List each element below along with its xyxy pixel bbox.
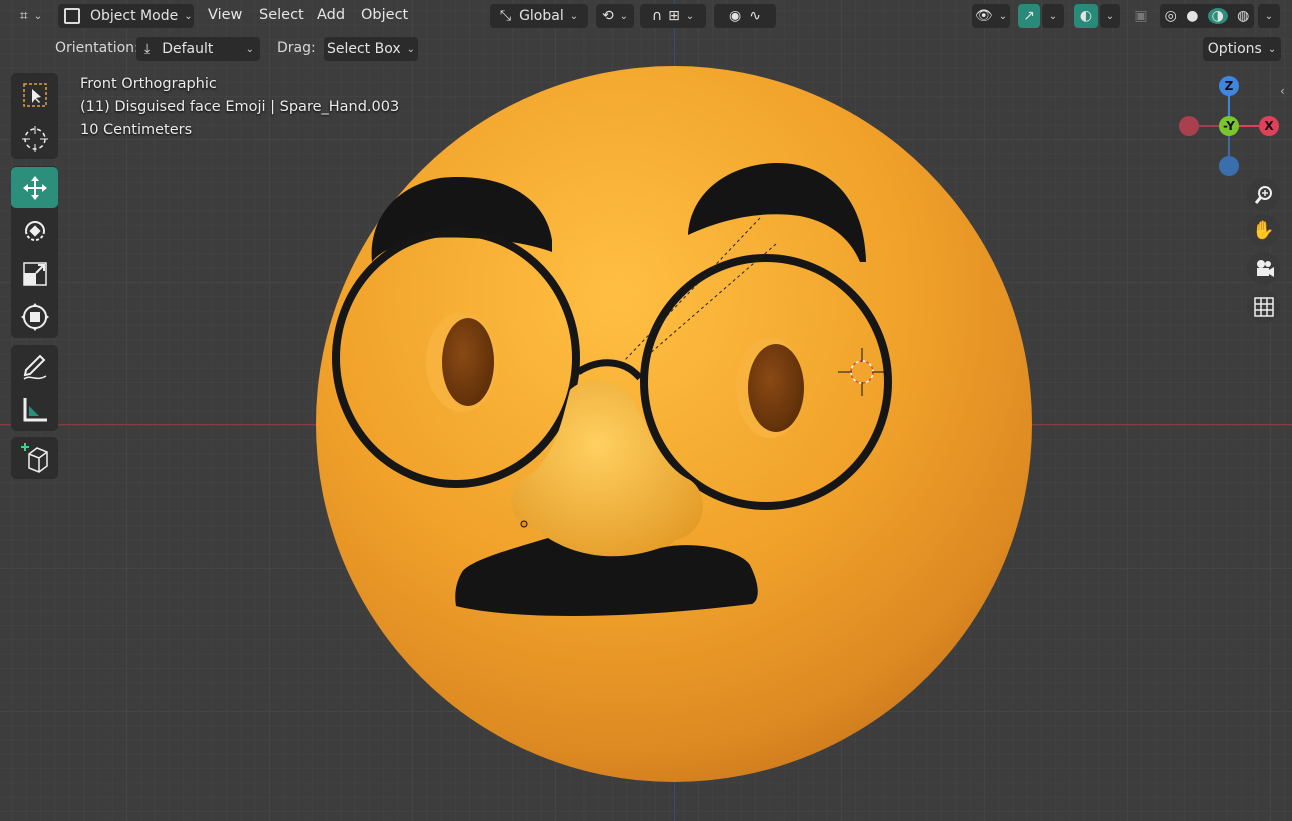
pivot-icon: ⟲ xyxy=(601,8,614,24)
transform-tool[interactable] xyxy=(11,296,58,337)
move-icon xyxy=(22,175,47,200)
xray-icon: ▣ xyxy=(1134,8,1148,24)
proportional-edit-dropdown[interactable]: ◉ ∿ xyxy=(714,4,776,28)
pan-button[interactable]: ✋ xyxy=(1247,214,1280,247)
gizmo-x-axis[interactable]: X xyxy=(1259,116,1279,136)
scale-tool[interactable] xyxy=(11,253,58,294)
left-eye xyxy=(442,318,494,406)
menu-object[interactable]: Object xyxy=(361,7,408,23)
right-eye xyxy=(748,344,804,432)
gizmo-icon: ↗ xyxy=(1023,8,1035,24)
transform-icon xyxy=(20,302,49,331)
gizmo-toggle[interactable]: ↗ xyxy=(1018,4,1040,28)
select-box-tool[interactable] xyxy=(11,74,58,115)
editor-type-button[interactable]: ⌗ ⌄ xyxy=(12,4,50,28)
menu-view[interactable]: View xyxy=(208,7,242,23)
zoom-button[interactable] xyxy=(1247,178,1280,211)
overlay-icon: ◐ xyxy=(1079,8,1093,24)
overlay-dropdown[interactable]: ⌄ xyxy=(1100,4,1120,28)
orientation-label: Orientation: xyxy=(55,40,139,56)
orientation-icon: ⤡ xyxy=(499,8,512,24)
scale-icon xyxy=(22,261,47,286)
cursor-icon xyxy=(21,125,48,152)
object-mode-icon xyxy=(64,8,80,24)
pivot-point-dropdown[interactable]: ⟲ ⌄ xyxy=(596,4,634,28)
shading-dropdown[interactable]: ⌄ xyxy=(1258,4,1280,28)
measure-icon xyxy=(23,397,47,421)
xray-toggle[interactable]: ▣ xyxy=(1130,4,1152,28)
annotate-icon xyxy=(23,354,46,380)
snap-dropdown[interactable]: ∩ ⊞ ⌄ xyxy=(640,4,706,28)
mode-label: Object Mode xyxy=(90,8,179,24)
viewport-header: ⌗ ⌄ Object Mode ⌄ View Select Add Object ⤡… xyxy=(0,0,1292,32)
view-name: Front Orthographic xyxy=(80,76,217,92)
add-cube-tool[interactable] xyxy=(11,437,58,478)
transform-orientation-dropdown[interactable]: ⤡ Global ⌄ xyxy=(490,4,588,28)
camera-view-button[interactable] xyxy=(1247,252,1280,285)
solid-shading-icon[interactable]: ● xyxy=(1186,8,1198,24)
snap-magnet-icon: ∩ xyxy=(651,8,663,24)
orientation-dropdown[interactable]: ⤓ Default ⌄ xyxy=(136,37,260,61)
editor-type-icon: ⌗ xyxy=(19,8,28,24)
options-dropdown[interactable]: Options ⌄ xyxy=(1203,37,1281,61)
menu-add[interactable]: Add xyxy=(317,7,345,23)
gizmo-dropdown[interactable]: ⌄ xyxy=(1042,4,1064,28)
face-sphere xyxy=(316,66,1032,782)
tool-settings-bar: Orientation: ⤓ Default ⌄ Drag: Select Bo… xyxy=(0,32,1292,66)
gizmo-z-axis[interactable]: Z xyxy=(1219,76,1239,96)
scale-info: 10 Centimeters xyxy=(80,122,193,138)
add-cube-icon xyxy=(20,442,48,473)
zoom-icon xyxy=(1254,185,1272,204)
measure-tool[interactable] xyxy=(11,389,58,430)
object-origin xyxy=(520,520,528,528)
rendered-shading-icon[interactable]: ◍ xyxy=(1237,8,1249,24)
grid-icon xyxy=(1253,296,1274,317)
select-box-icon xyxy=(22,82,47,107)
wireframe-shading-icon[interactable]: ◎ xyxy=(1165,8,1177,24)
orientation-value: Default xyxy=(162,41,214,57)
move-tool[interactable] xyxy=(11,167,58,208)
orientation-axes-icon: ⤓ xyxy=(144,41,151,57)
drag-value: Select Box xyxy=(326,41,401,57)
drag-dropdown[interactable]: Select Box ⌄ xyxy=(324,37,418,61)
navigation-gizmo[interactable]: Z X -Y xyxy=(1170,70,1285,180)
gizmo-neg-x-axis[interactable] xyxy=(1179,116,1199,136)
cursor-tool[interactable] xyxy=(11,118,58,159)
menu-select[interactable]: Select xyxy=(259,7,304,23)
hand-icon: ✋ xyxy=(1252,220,1275,241)
rotate-icon xyxy=(24,220,45,241)
visibility-icon: 👁 xyxy=(974,8,993,24)
shading-selector[interactable]: ◎ ● ◑ ◍ xyxy=(1160,4,1254,28)
options-label: Options xyxy=(1207,41,1262,57)
annotate-tool[interactable] xyxy=(11,346,58,387)
material-shading-icon[interactable]: ◑ xyxy=(1207,8,1228,24)
3d-viewport[interactable] xyxy=(0,0,1292,821)
ortho-toggle-button[interactable] xyxy=(1247,290,1280,323)
falloff-icon: ∿ xyxy=(749,8,761,24)
transform-orientation-label: Global xyxy=(519,8,564,24)
drag-label: Drag: xyxy=(277,40,316,56)
camera-icon xyxy=(1256,259,1274,277)
gizmo-y-axis[interactable]: -Y xyxy=(1219,116,1239,136)
overlay-toggle[interactable]: ◐ xyxy=(1074,4,1098,28)
mode-dropdown[interactable]: Object Mode ⌄ xyxy=(58,4,194,28)
rotate-tool[interactable] xyxy=(11,210,58,251)
object-info: (11) Disguised face Emoji | Spare_Hand.0… xyxy=(80,99,400,115)
gizmo-neg-z-axis[interactable] xyxy=(1219,156,1239,176)
visibility-dropdown[interactable]: 👁 ⌄ xyxy=(972,4,1010,28)
snap-increment-icon: ⊞ xyxy=(668,8,680,24)
proportional-edit-icon: ◉ xyxy=(729,8,742,24)
emoji-model[interactable] xyxy=(0,0,1292,821)
sidebar-toggle-icon[interactable]: ‹ xyxy=(1280,84,1292,100)
